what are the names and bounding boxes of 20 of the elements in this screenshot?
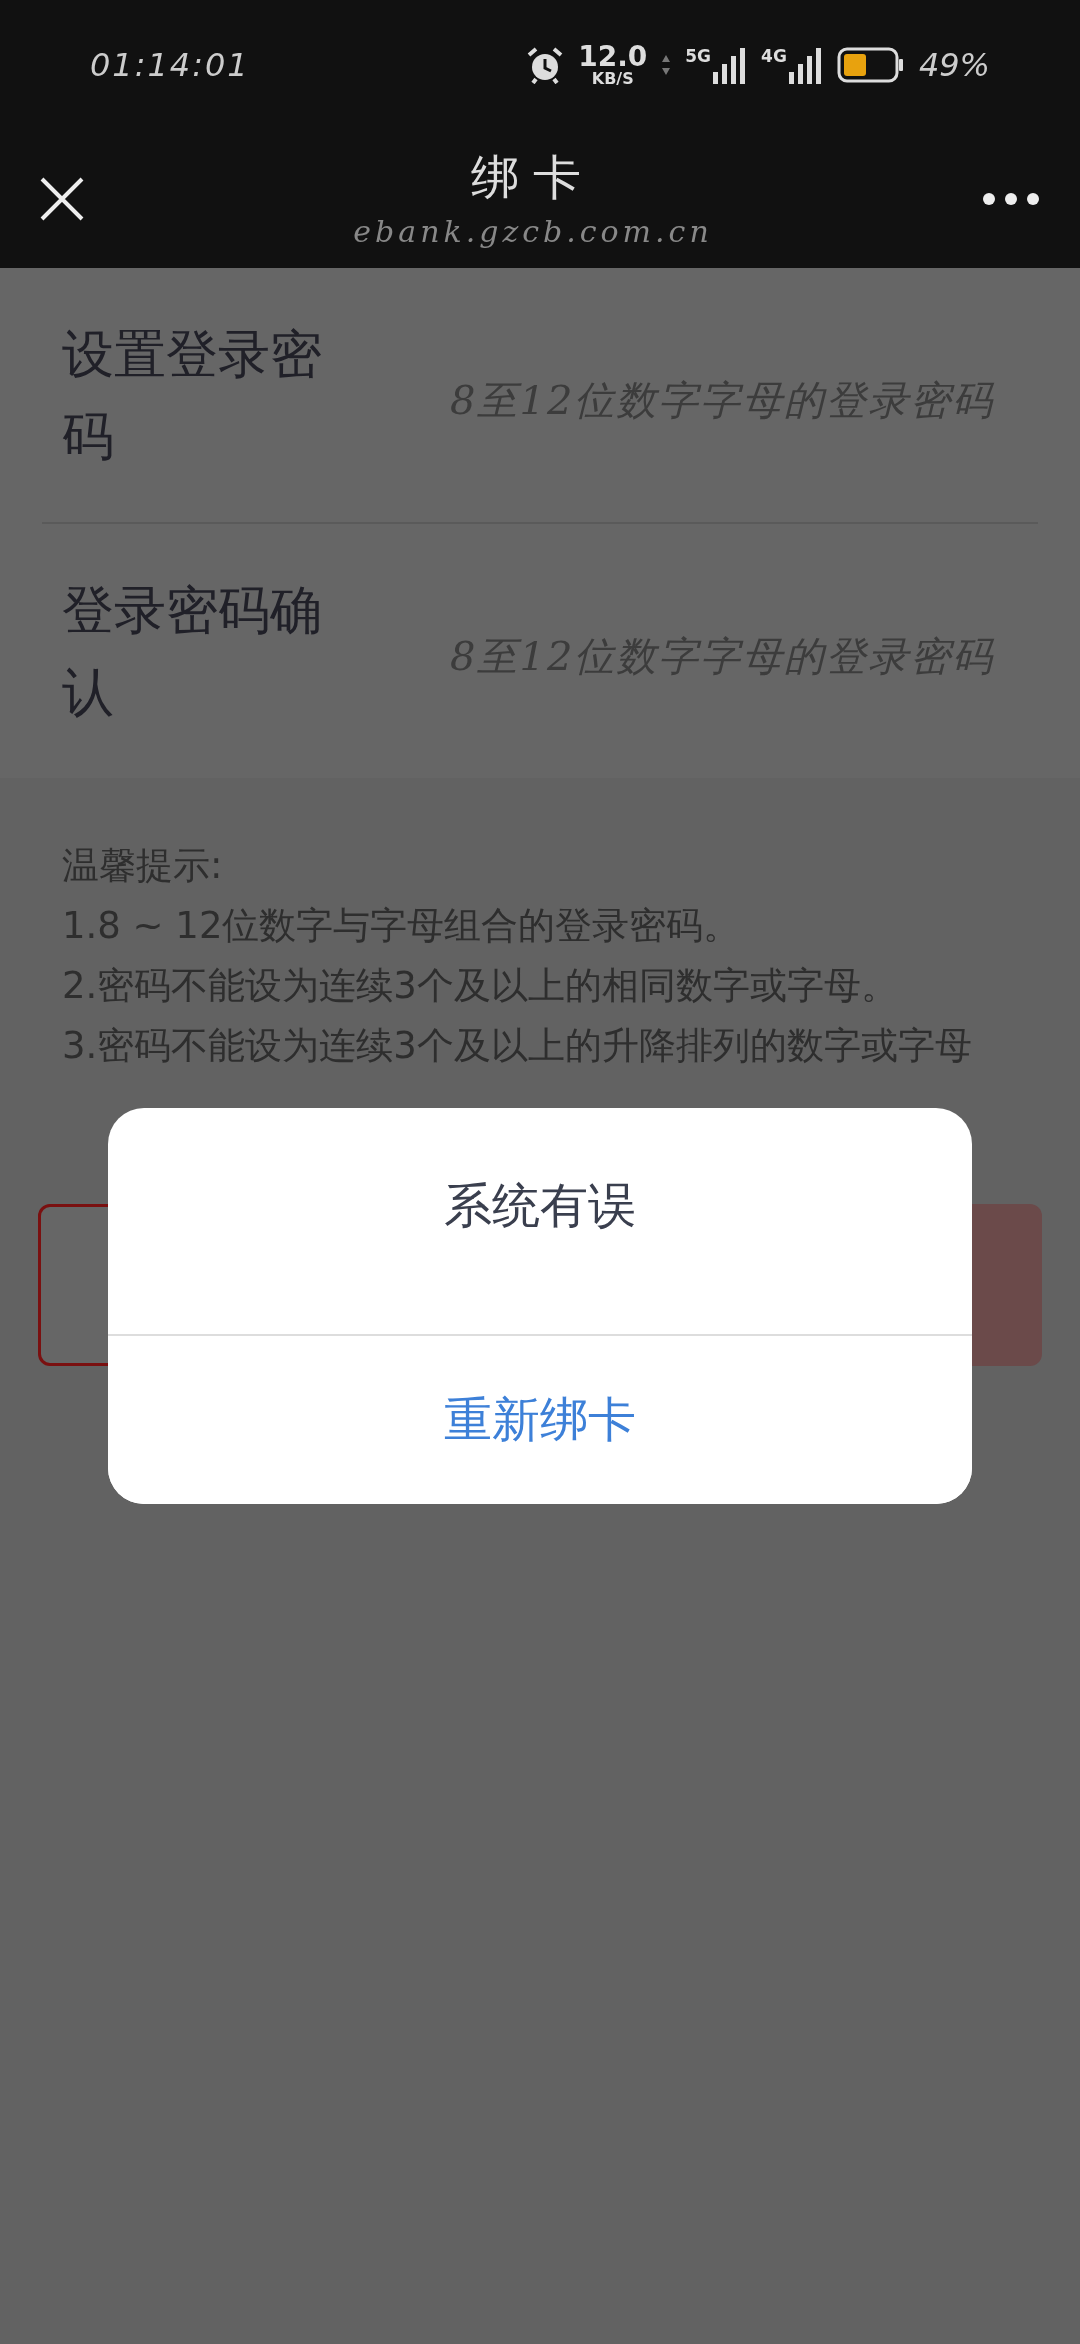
network-type: 5G	[685, 46, 712, 66]
network-speed: 12.0	[578, 43, 648, 71]
field-label: 登录密码确认	[62, 579, 323, 724]
dialog-message: 系统有误	[444, 1176, 636, 1235]
signal-icon	[713, 46, 748, 84]
alarm-clock-icon	[526, 46, 565, 84]
more-icon	[982, 192, 1040, 206]
battery-percentage: 49%	[918, 46, 990, 84]
battery-icon	[836, 47, 905, 83]
more-button[interactable]	[982, 192, 1040, 206]
network-type: 4G	[761, 46, 787, 66]
close-icon	[40, 177, 84, 221]
close-button[interactable]	[40, 177, 84, 221]
page-title: 绑卡	[471, 148, 595, 207]
speed-unit: KB/S	[591, 71, 634, 87]
status-time: 01:14:01	[90, 46, 250, 84]
field-label: 设置登录密码	[62, 323, 323, 468]
data-arrows-icon	[661, 54, 672, 76]
page-url: ebank.gzcb.com.cn	[353, 214, 713, 250]
signal-icon	[788, 46, 823, 84]
